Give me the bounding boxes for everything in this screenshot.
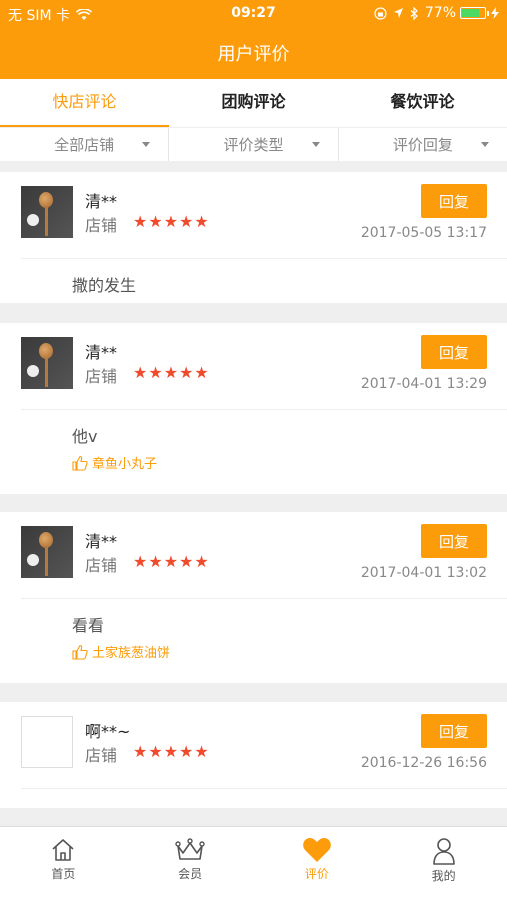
dish-name: 章鱼小丸子 bbox=[92, 457, 158, 472]
thumbs-up-icon bbox=[72, 644, 88, 660]
battery-icon bbox=[460, 7, 489, 19]
reply-button[interactable]: 回复 bbox=[421, 184, 487, 218]
nav-home[interactable]: 首页 bbox=[0, 827, 127, 900]
caret-down-icon bbox=[311, 142, 320, 147]
review-tabs: 快店评论 团购评论 餐饮评论 bbox=[0, 79, 507, 127]
tab-dining-reviews[interactable]: 餐饮评论 bbox=[338, 79, 507, 127]
review-comment: 撒的发生 bbox=[72, 276, 137, 295]
caret-down-icon bbox=[142, 142, 151, 147]
lock-rotation-icon bbox=[374, 6, 387, 20]
review-comment: 看看 bbox=[72, 616, 105, 635]
star-rating: ★★★★★ bbox=[133, 742, 210, 761]
review-card: 啊**~ 店铺 ★★★★★ 回复 2016-12-26 16:56 bbox=[0, 702, 507, 808]
nav-label: 评价 bbox=[304, 867, 329, 881]
heart-icon bbox=[303, 838, 331, 862]
review-comment: 他v bbox=[72, 427, 98, 446]
liked-dish[interactable]: 土家族葱油饼 bbox=[72, 642, 170, 661]
location-icon bbox=[393, 8, 403, 18]
shop-label: 店铺 bbox=[85, 746, 118, 765]
divider bbox=[21, 598, 507, 599]
tab-group-buy-reviews[interactable]: 团购评论 bbox=[169, 79, 338, 127]
filter-all-shops[interactable]: 全部店铺 bbox=[0, 128, 170, 161]
caret-down-icon bbox=[480, 142, 489, 147]
avatar bbox=[21, 526, 73, 578]
reviewer-name: 清** bbox=[85, 343, 118, 362]
charging-icon bbox=[491, 7, 499, 19]
divider bbox=[21, 409, 507, 410]
review-date: 2016-12-26 16:56 bbox=[360, 755, 487, 771]
star-rating: ★★★★★ bbox=[133, 552, 210, 571]
filter-label: 评价回复 bbox=[392, 136, 453, 154]
reviewer-name: 啊**~ bbox=[85, 722, 131, 741]
battery-percent: 77% bbox=[424, 5, 456, 21]
review-card: 清** 店铺 ★★★★★ 回复 2017-04-01 13:29 他v 章鱼小丸… bbox=[0, 323, 507, 494]
app-header: 无 SIM 卡 09:27 77% 用户评价 bbox=[0, 0, 507, 79]
reviewer-name: 清** bbox=[85, 532, 118, 551]
reviewer-name: 清** bbox=[85, 192, 118, 211]
review-date: 2017-04-01 13:02 bbox=[360, 565, 487, 581]
shop-label: 店铺 bbox=[85, 367, 118, 386]
shop-label: 店铺 bbox=[85, 556, 118, 575]
nav-label: 首页 bbox=[51, 867, 76, 881]
avatar bbox=[21, 186, 73, 238]
nav-reviews[interactable]: 评价 bbox=[254, 827, 381, 900]
liked-dish[interactable]: 章鱼小丸子 bbox=[72, 453, 157, 472]
review-date: 2017-04-01 13:29 bbox=[360, 376, 487, 392]
review-card: 清** 店铺 ★★★★★ 回复 2017-04-01 13:02 看看 土家族葱… bbox=[0, 512, 507, 683]
divider bbox=[21, 788, 507, 789]
shop-label: 店铺 bbox=[85, 216, 118, 235]
filter-bar: 全部店铺 评价类型 评价回复 bbox=[0, 127, 507, 161]
tab-shop-reviews[interactable]: 快店评论 bbox=[0, 79, 169, 127]
home-icon bbox=[52, 839, 74, 861]
bluetooth-icon bbox=[410, 6, 418, 20]
filter-reply-status[interactable]: 评价回复 bbox=[339, 128, 507, 161]
star-rating: ★★★★★ bbox=[133, 363, 210, 382]
battery-level bbox=[462, 9, 479, 17]
review-date: 2017-05-05 13:17 bbox=[360, 225, 487, 241]
bottom-nav: 首页 会员 评价 我的 bbox=[0, 826, 507, 900]
filter-label: 全部店铺 bbox=[54, 136, 115, 154]
filter-label: 评价类型 bbox=[223, 136, 284, 154]
nav-label: 我的 bbox=[431, 869, 456, 883]
reply-button[interactable]: 回复 bbox=[421, 335, 487, 369]
divider bbox=[21, 258, 507, 259]
crown-icon bbox=[175, 838, 205, 860]
thumbs-up-icon bbox=[72, 455, 88, 471]
status-bar: 无 SIM 卡 09:27 77% bbox=[0, 0, 507, 28]
star-rating: ★★★★★ bbox=[133, 212, 210, 231]
nav-mine[interactable]: 我的 bbox=[380, 827, 507, 900]
page-title: 用户评价 bbox=[217, 44, 290, 65]
review-card: 清** 店铺 ★★★★★ 回复 2017-05-05 13:17 撒的发生 bbox=[0, 172, 507, 303]
nav-member[interactable]: 会员 bbox=[127, 827, 254, 900]
nav-label: 会员 bbox=[178, 867, 203, 881]
avatar bbox=[21, 337, 73, 389]
avatar bbox=[21, 716, 73, 768]
dish-name: 土家族葱油饼 bbox=[92, 646, 171, 661]
user-icon bbox=[432, 838, 455, 865]
reply-button[interactable]: 回复 bbox=[421, 524, 487, 558]
filter-review-type[interactable]: 评价类型 bbox=[169, 128, 339, 161]
reply-button[interactable]: 回复 bbox=[421, 714, 487, 748]
